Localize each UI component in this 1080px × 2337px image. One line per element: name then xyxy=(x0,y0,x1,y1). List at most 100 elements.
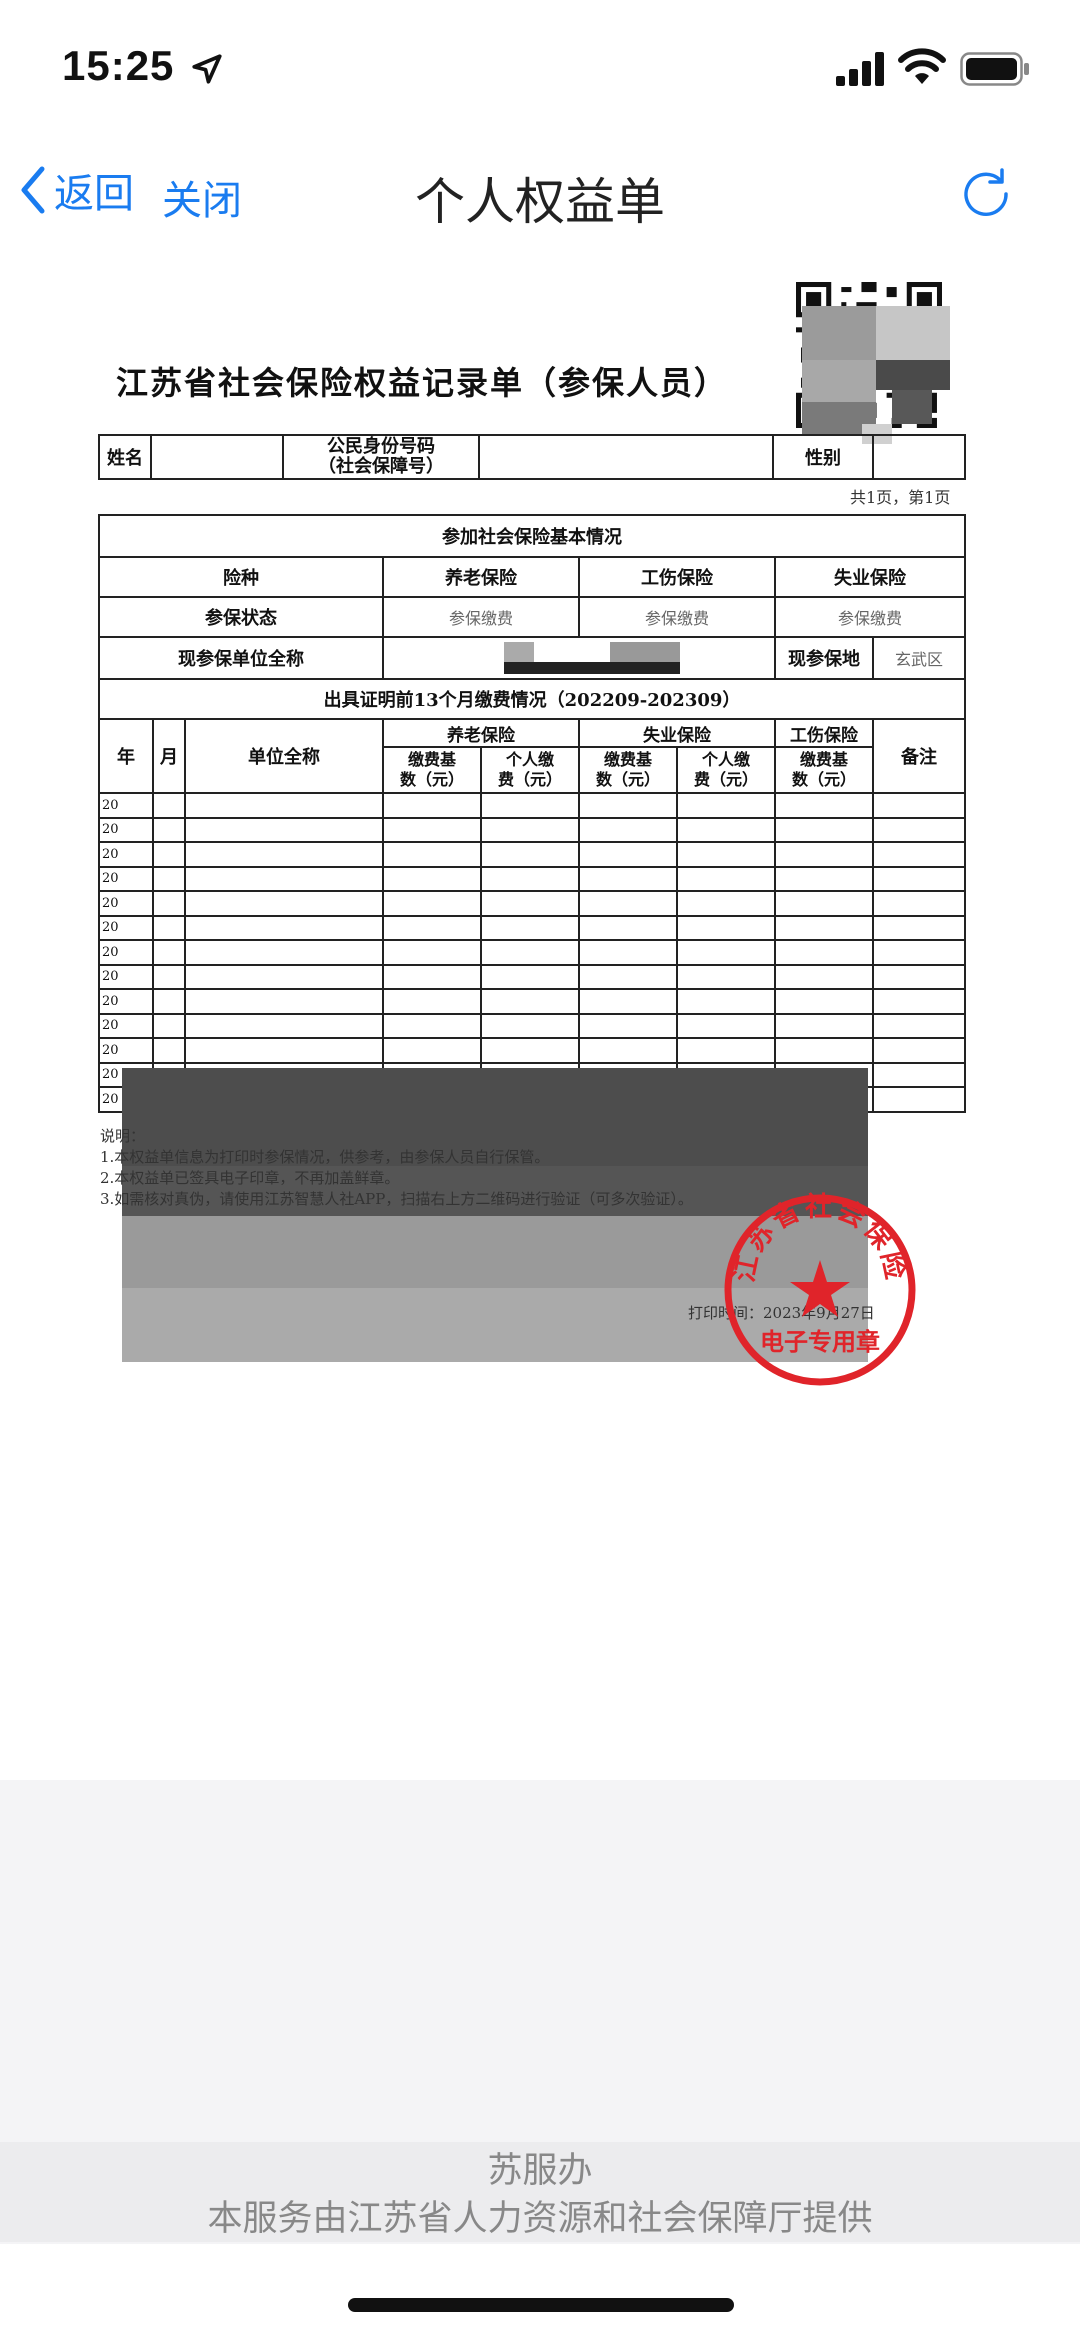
payment-cell xyxy=(774,1037,874,1064)
refresh-icon[interactable] xyxy=(956,164,1016,224)
payment-cell xyxy=(676,914,776,941)
payment-cell xyxy=(578,890,678,917)
payment-cell xyxy=(676,792,776,819)
pension-personal-label: 个人缴 费（元） xyxy=(480,746,580,794)
pay-injury-label: 工伤保险 xyxy=(774,718,874,748)
payment-cell xyxy=(382,865,482,892)
payment-row: 20 xyxy=(98,890,966,917)
payment-cell xyxy=(774,963,874,990)
payment-cell xyxy=(152,865,186,892)
payment-cell xyxy=(774,890,874,917)
notes-header: 说明： xyxy=(100,1127,146,1145)
payment-cell xyxy=(480,841,580,868)
payment-cell xyxy=(872,816,966,843)
payment-row: 20 xyxy=(98,963,966,990)
payment-cell xyxy=(774,1012,874,1039)
insurance-table: 参加社会保险基本情况 险种 养老保险 工伤保险 失业保险 参保状态 参保缴费 参… xyxy=(98,514,966,1113)
navigation-bar: 返回 关闭 个人权益单 xyxy=(0,150,1080,231)
note-item: 3.如需核对真伪，请使用江苏智慧人社APP，扫描右上方二维码进行验证（可多次验证… xyxy=(100,1190,693,1208)
payment-cell xyxy=(676,963,776,990)
payment-cell xyxy=(774,792,874,819)
payment-cell xyxy=(184,1037,384,1064)
id-value xyxy=(478,434,774,480)
pension-base-label: 缴费基 数（元） xyxy=(382,746,482,794)
payment-cell xyxy=(872,865,966,892)
payment-cell xyxy=(152,988,186,1015)
payment-rows: 20 20 20 20 20 20 20 20 20 20 20 20 20 xyxy=(98,792,966,1113)
payment-cell xyxy=(774,988,874,1015)
payment-cell xyxy=(480,963,580,990)
gender-label: 性别 xyxy=(772,434,874,480)
footer-provider: 苏服办 xyxy=(487,2151,593,2191)
payment-row: 20 xyxy=(98,914,966,941)
document-title: 江苏省社会保险权益记录单（参保人员） xyxy=(116,364,729,402)
payment-cell xyxy=(480,939,580,966)
payment-year-cell: 20 xyxy=(98,816,154,843)
unit-name-redaction xyxy=(504,642,680,674)
payment-cell xyxy=(676,890,776,917)
payment-cell xyxy=(480,792,580,819)
injury-status: 参保缴费 xyxy=(578,596,776,638)
payment-cell xyxy=(184,816,384,843)
payment-cell xyxy=(480,914,580,941)
payment-year-cell: 20 xyxy=(98,914,154,941)
insurance-type-label: 险种 xyxy=(98,556,384,598)
unemployment-base-label: 缴费基 数（元） xyxy=(578,746,678,794)
payment-cell xyxy=(872,1061,966,1088)
payment-cell xyxy=(872,1012,966,1039)
payment-year-cell: 20 xyxy=(98,865,154,892)
payment-cell xyxy=(382,1037,482,1064)
payment-cell xyxy=(382,816,482,843)
payment-cell xyxy=(184,890,384,917)
payment-cell xyxy=(480,988,580,1015)
name-label: 姓名 xyxy=(98,434,152,480)
notes: 说明： 1.本权益单信息为打印时参保情况，供参考，由参保人员自行保管。 2.本权… xyxy=(100,1126,693,1210)
payment-row: 20 xyxy=(98,865,966,892)
payment-row: 20 xyxy=(98,792,966,819)
payment-cell xyxy=(480,890,580,917)
payment-cell xyxy=(578,865,678,892)
payment-cell xyxy=(872,792,966,819)
unit-name-label: 现参保单位全称 xyxy=(98,636,384,680)
payment-cell xyxy=(480,1037,580,1064)
battery-icon xyxy=(960,52,1029,86)
label-line: 个人缴 xyxy=(701,750,750,769)
payment-cell xyxy=(152,890,186,917)
payment-cell xyxy=(676,841,776,868)
note-item: 1.本权益单信息为打印时参保情况，供参考，由参保人员自行保管。 xyxy=(100,1148,550,1166)
payment-cell xyxy=(184,988,384,1015)
label-line: 缴费基 xyxy=(603,750,652,769)
payment-cell xyxy=(872,914,966,941)
basic-section-title: 参加社会保险基本情况 xyxy=(98,514,966,558)
payment-cell xyxy=(382,1012,482,1039)
payment-cell xyxy=(382,914,482,941)
pay-unemployment-label: 失业保险 xyxy=(578,718,776,748)
footer-text: 本服务由江苏省人力资源和社会保障厅提供 xyxy=(207,2199,873,2239)
payment-year-cell: 20 xyxy=(98,1012,154,1039)
payment-cell xyxy=(152,1012,186,1039)
payment-cell xyxy=(184,1012,384,1039)
label-line: 费（元） xyxy=(497,770,562,789)
payment-cell xyxy=(578,792,678,819)
month-label: 月 xyxy=(152,718,186,794)
payment-cell xyxy=(480,816,580,843)
payment-year-cell: 20 xyxy=(98,939,154,966)
id-label-line2: （社会保障号） xyxy=(318,456,444,477)
payment-cell xyxy=(578,914,678,941)
payment-cell xyxy=(152,792,186,819)
label-line: 数（元） xyxy=(595,770,660,789)
payment-year-cell: 20 xyxy=(98,841,154,868)
payment-cell xyxy=(184,841,384,868)
benefit-document: 江苏省社会保险权益记录单（参保人员） 共1页，第1页 姓名 公民身份号码 （社会… xyxy=(0,270,1080,1420)
personal-info-table: 姓名 公民身份号码 （社会保障号） 性别 xyxy=(98,434,966,480)
official-seal-stamp: 江苏省社会保险 电子专用章 xyxy=(724,1191,916,1386)
payment-cell xyxy=(578,841,678,868)
payment-row: 20 xyxy=(98,939,966,966)
home-indicator[interactable] xyxy=(348,2298,734,2312)
payment-cell xyxy=(578,963,678,990)
record-table-wrap: 姓名 公民身份号码 （社会保障号） 性别 参加社会保险基本情况 险种 养老保险 … xyxy=(98,434,966,1362)
payment-cell xyxy=(184,914,384,941)
payment-cell xyxy=(184,963,384,990)
payment-cell xyxy=(382,939,482,966)
payment-cell xyxy=(676,939,776,966)
